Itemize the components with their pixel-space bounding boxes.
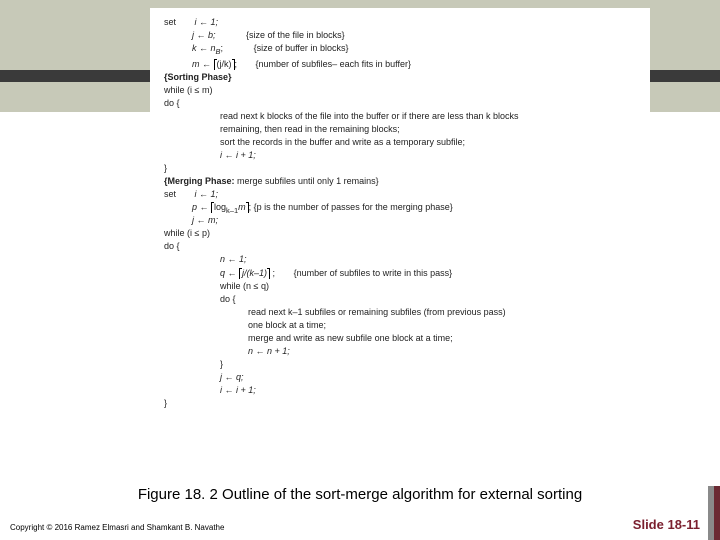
kw-set: set bbox=[164, 17, 176, 27]
p-comment: ; {p is the number of passes for the mer… bbox=[249, 202, 453, 212]
sorting-phase-heading: {Sorting Phase} bbox=[164, 71, 636, 84]
init-m-a: m ← bbox=[192, 59, 214, 69]
init-k-a: k ← n bbox=[192, 43, 216, 53]
algorithm-box: set i ← 1; j ← b; {size of the file in b… bbox=[150, 8, 650, 418]
read-k1-subfiles: read next k–1 subfiles or remaining subf… bbox=[164, 306, 636, 319]
do2: do { bbox=[164, 240, 636, 253]
ceil-jk1: j/(k–1) bbox=[239, 268, 270, 279]
comment-q: {number of subfiles to write in this pas… bbox=[294, 268, 453, 278]
init-n: n ← 1; bbox=[164, 253, 636, 266]
log-txt: log bbox=[214, 202, 226, 212]
merge-write: merge and write as new subfile one block… bbox=[164, 332, 636, 345]
slide-number: Slide 18-11 bbox=[633, 517, 700, 532]
figure-caption: Figure 18. 2 Outline of the sort-merge a… bbox=[0, 486, 720, 503]
merging-phase-desc: merge subfiles until only 1 remains} bbox=[235, 176, 379, 186]
init-p-a: p ← bbox=[192, 202, 211, 212]
init-q-a: q ← bbox=[220, 268, 239, 278]
log-sub: k–1 bbox=[226, 206, 238, 215]
comment-m: {number of subfiles– each fits in buffer… bbox=[256, 59, 411, 69]
init-j2: j ← m; bbox=[164, 214, 636, 227]
comment-jsize: {size of the file in blocks} bbox=[246, 30, 345, 40]
while-nq: while (n ≤ q) bbox=[164, 280, 636, 293]
close1: } bbox=[164, 162, 636, 175]
q-semi: ; bbox=[270, 268, 275, 278]
copyright-text: Copyright © 2016 Ramez Elmasri and Shamk… bbox=[10, 523, 224, 532]
comment-ksize: {size of buffer in blocks} bbox=[254, 43, 349, 53]
ceil-jk: (j/k) bbox=[214, 59, 235, 70]
while-im: while (i ≤ m) bbox=[164, 84, 636, 97]
kw-set2: set bbox=[164, 189, 176, 199]
jq: j ← q; bbox=[164, 371, 636, 384]
inc-i1: i ← i + 1; bbox=[164, 149, 636, 162]
init-k-semi: ; bbox=[221, 43, 224, 53]
while-ip: while (i ≤ p) bbox=[164, 227, 636, 240]
merging-phase-heading: {Merging Phase: bbox=[164, 176, 235, 186]
log-m: m bbox=[238, 202, 246, 212]
init-j: j ← b; bbox=[192, 30, 216, 40]
inc-n: n ← n + 1; bbox=[164, 345, 636, 358]
sort-records: sort the records in the buffer and write… bbox=[164, 136, 636, 149]
remaining: remaining, then read in the remaining bl… bbox=[164, 123, 636, 136]
init-m-semi: ; bbox=[235, 59, 238, 69]
read-k-blocks: read next k blocks of the file into the … bbox=[164, 110, 636, 123]
close2: } bbox=[164, 397, 636, 410]
do1: do { bbox=[164, 97, 636, 110]
do3: do { bbox=[164, 293, 636, 306]
one-block: one block at a time; bbox=[164, 319, 636, 332]
init-i2: i ← 1; bbox=[195, 189, 219, 199]
init-i: i ← 1; bbox=[195, 17, 219, 27]
inc-i2: i ← i + 1; bbox=[164, 384, 636, 397]
close3: } bbox=[164, 358, 636, 371]
